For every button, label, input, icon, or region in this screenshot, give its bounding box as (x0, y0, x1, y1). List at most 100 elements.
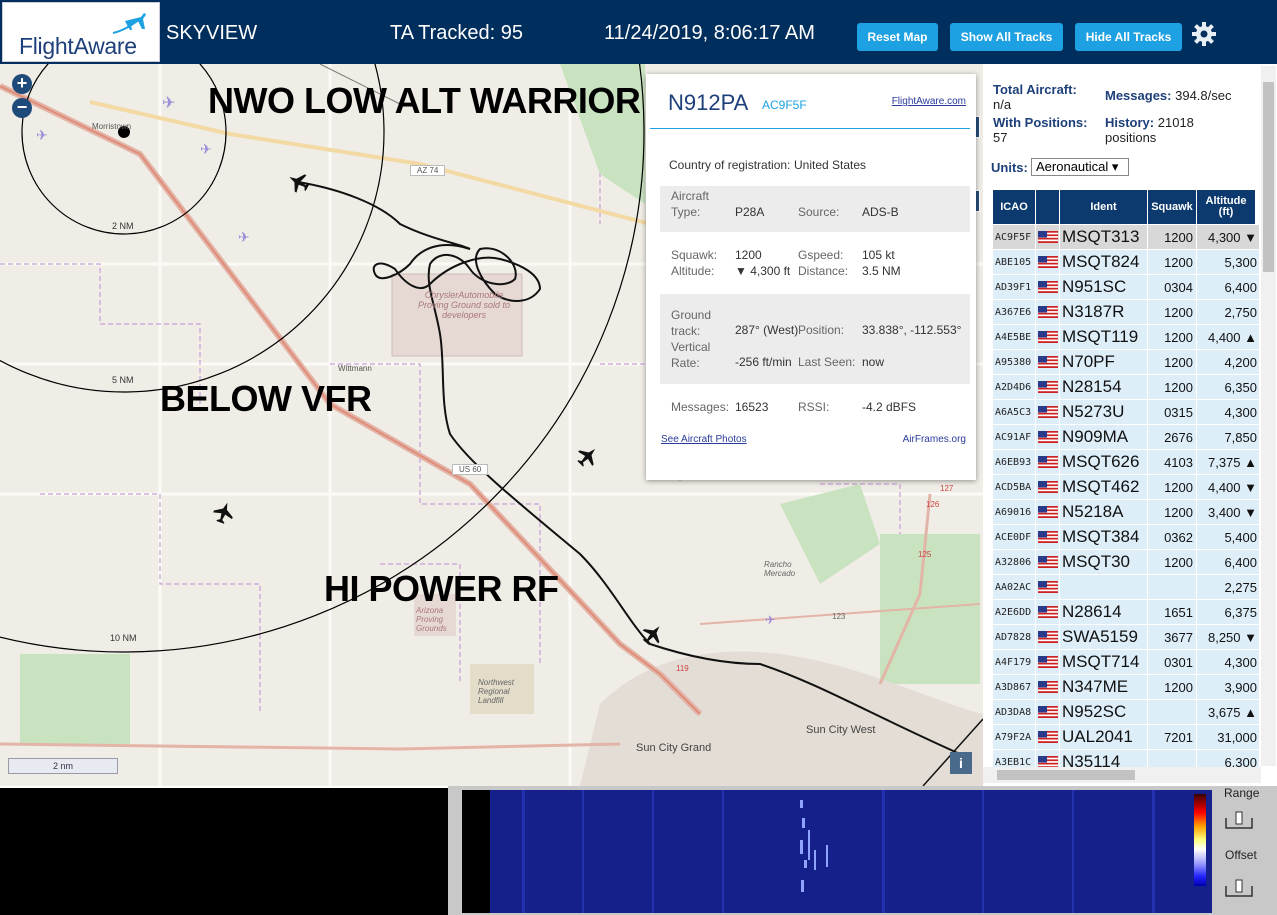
squawk-cell: 0315 (1148, 400, 1196, 424)
hide-all-tracks-button[interactable]: Hide All Tracks (1075, 23, 1182, 51)
us-flag-icon (1038, 381, 1058, 393)
squawk-cell (1148, 700, 1196, 724)
icao-cell: A95380 (993, 350, 1035, 374)
altitude-cell: 7,375 ▲ (1197, 450, 1259, 474)
ground-track-value: 287° (West) (735, 323, 799, 337)
table-row[interactable]: ABE105 MSQT824 1200 5,300 (993, 250, 1259, 275)
svg-text:✈: ✈ (765, 613, 775, 627)
aircraft-type-value: P28A (735, 205, 765, 219)
range-slider-icon[interactable] (1224, 808, 1254, 832)
table-row[interactable]: A6A5C3 N5273U 0315 4,300 (993, 400, 1259, 425)
ident-cell: N28154 (1060, 375, 1147, 399)
source-value: ADS-B (862, 205, 899, 219)
table-row[interactable]: AA02AC 2,275 (993, 575, 1259, 600)
highway-shield: 123 (832, 612, 846, 621)
flag-cell (1036, 700, 1059, 724)
table-row[interactable]: A367E6 N3187R 1200 2,750 (993, 300, 1259, 325)
icao-cell: A6A5C3 (993, 400, 1035, 424)
table-row[interactable]: A6EB93 MSQT626 4103 7,375 ▲ (993, 450, 1259, 475)
units-dropdown[interactable]: Aeronautical ▾ (1031, 158, 1129, 176)
table-horizontal-scrollbar[interactable] (983, 767, 1261, 783)
ta-tracked-count: TA Tracked: 95 (390, 22, 524, 44)
table-row[interactable]: A2D4D6 N28154 1200 6,350 (993, 375, 1259, 400)
table-row[interactable]: A69016 N5218A 1200 3,400 ▼ (993, 500, 1259, 525)
scrollbar-thumb[interactable] (1263, 82, 1274, 272)
flightaware-logo[interactable]: FlightAware (2, 2, 160, 62)
popup-registration: N912PA (668, 90, 749, 115)
offset-label: Offset (1225, 848, 1257, 862)
table-row[interactable]: A95380 N70PF 1200 4,200 (993, 350, 1259, 375)
highway-shield: 119 (676, 664, 689, 673)
us-flag-icon (1038, 706, 1058, 718)
messages-value: 16523 (735, 400, 769, 414)
map-info-button[interactable]: i (950, 752, 972, 774)
table-row[interactable]: A79F2A UAL2041 7201 31,000 (993, 725, 1259, 750)
place-label: Morristown (92, 122, 132, 131)
us-flag-icon (1038, 481, 1058, 493)
highway-shield: 126 (926, 500, 940, 509)
column-header-ident[interactable]: Ident (1060, 190, 1147, 224)
icao-cell: AC9F5F (993, 225, 1035, 249)
table-row[interactable]: AD39F1 N951SC 0304 6,400 (993, 275, 1259, 300)
aircraft-photos-link[interactable]: See Aircraft Photos (661, 434, 747, 445)
svg-text:✈: ✈ (238, 230, 250, 246)
us-flag-icon (1038, 681, 1058, 693)
icao-cell: A367E6 (993, 300, 1035, 324)
ident-cell: MSQT824 (1060, 250, 1147, 274)
table-row[interactable]: AC91AF N909MA 2676 7,850 (993, 425, 1259, 450)
table-row[interactable]: A4F179 MSQT714 0301 4,300 (993, 650, 1259, 675)
squawk-cell: 0362 (1148, 525, 1196, 549)
squawk-cell: 1200 (1148, 375, 1196, 399)
us-flag-icon (1038, 631, 1058, 643)
range-ring-label: 2 NM (112, 221, 134, 231)
us-flag-icon (1038, 331, 1058, 343)
us-flag-icon (1038, 406, 1058, 418)
ident-cell: N909MA (1060, 425, 1147, 449)
squawk-cell: 1200 (1148, 500, 1196, 524)
us-flag-icon (1038, 306, 1058, 318)
messages-stat: Messages: 394.8/sec (1105, 88, 1231, 103)
show-all-tracks-button[interactable]: Show All Tracks (950, 23, 1063, 51)
table-row[interactable]: A2E6DD N28614 1651 6,375 (993, 600, 1259, 625)
column-header-icao[interactable]: ICAO (993, 190, 1035, 224)
us-flag-icon (1038, 606, 1058, 618)
altitude-cell: 4,300 ▼ (1197, 225, 1259, 249)
history-unit: positions (1105, 130, 1157, 145)
icao-cell: A3D867 (993, 675, 1035, 699)
settings-gear-icon[interactable] (1190, 20, 1218, 48)
units-label: Units: (991, 160, 1028, 175)
offset-slider-icon[interactable] (1224, 876, 1254, 900)
ident-cell: MSQT462 (1060, 475, 1147, 499)
table-row[interactable]: AC9F5F MSQT313 1200 4,300 ▼ (993, 225, 1259, 250)
zoom-in-button[interactable]: + (12, 74, 32, 94)
us-flag-icon (1038, 731, 1058, 743)
vertical-rate-value: -256 ft/min (735, 355, 792, 369)
reset-map-button[interactable]: Reset Map (857, 23, 938, 51)
last-seen-label: Last Seen: (798, 355, 856, 369)
icao-cell: AC91AF (993, 425, 1035, 449)
us-flag-icon (1038, 506, 1058, 518)
scrollbar-thumb[interactable] (997, 770, 1135, 780)
vertical-rate-label: Vertical Rate: (671, 340, 711, 370)
table-vertical-scrollbar[interactable] (1261, 66, 1276, 766)
table-row[interactable]: A3D867 N347ME 1200 3,900 (993, 675, 1259, 700)
column-header-altitude[interactable]: Altitude (ft) (1197, 190, 1255, 224)
table-row[interactable]: A4E5BE MSQT119 1200 4,400 ▲ (993, 325, 1259, 350)
flag-cell (1036, 600, 1059, 624)
table-row[interactable]: AD3DA8 N952SC 3,675 ▲ (993, 700, 1259, 725)
airframes-link[interactable]: AirFrames.org (903, 434, 966, 445)
ident-cell: N951SC (1060, 275, 1147, 299)
zoom-out-button[interactable]: − (12, 98, 32, 118)
flightaware-link[interactable]: FlightAware.com (892, 96, 966, 107)
column-header-flag[interactable] (1036, 190, 1059, 224)
highway-shield: US 60 (452, 464, 489, 475)
table-row[interactable]: AD7828 SWA5159 3677 8,250 ▼ (993, 625, 1259, 650)
ident-cell: N5273U (1060, 400, 1147, 424)
range-label: Range (1224, 786, 1260, 800)
column-header-squawk[interactable]: Squawk (1148, 190, 1196, 224)
table-row[interactable]: A32806 MSQT30 1200 6,400 (993, 550, 1259, 575)
table-row[interactable]: ACD5BA MSQT462 1200 4,400 ▼ (993, 475, 1259, 500)
ident-cell: N70PF (1060, 350, 1147, 374)
table-row[interactable]: ACE0DF MSQT384 0362 5,400 (993, 525, 1259, 550)
waterfall-canvas (462, 790, 1212, 913)
